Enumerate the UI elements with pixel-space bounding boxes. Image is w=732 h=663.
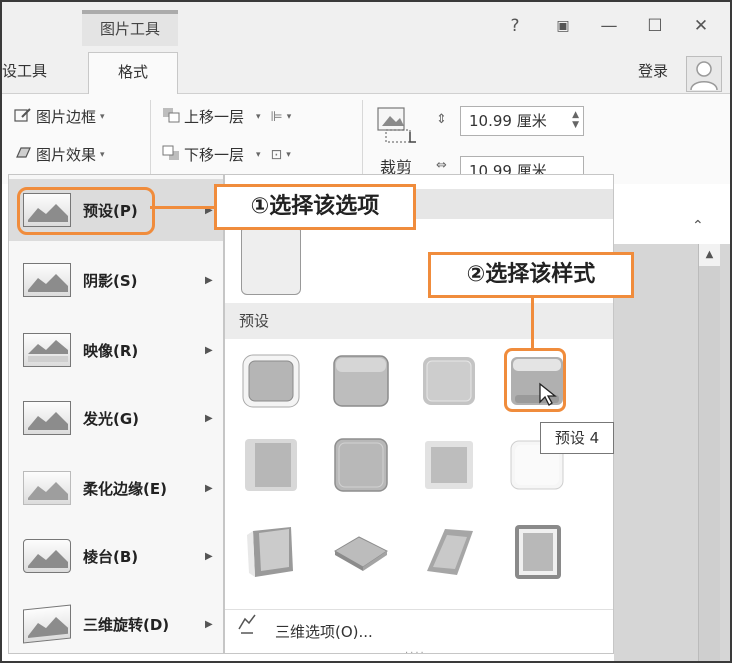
pencil-icon <box>14 107 32 127</box>
submenu-arrow-icon: ▶ <box>205 550 213 562</box>
callout-step-2: ②选择该样式 <box>428 252 634 298</box>
menu-item-soft-edges[interactable]: 柔化边缘(E) ▶ <box>9 457 223 519</box>
minimize-button[interactable]: — <box>596 14 622 38</box>
height-input[interactable]: 10.99 厘米 ▲ ▼ <box>460 106 584 136</box>
dropdown-arrow-icon: ▾ <box>286 149 291 160</box>
vertical-scrollbar[interactable]: ▲ <box>698 244 720 661</box>
close-button[interactable]: ✕ <box>688 14 714 38</box>
preset-gallery: 预设 三维选项(O)... .... <box>224 174 614 656</box>
submenu-arrow-icon: ▶ <box>205 412 213 424</box>
dropdown-arrow-icon: ▾ <box>256 149 261 160</box>
width-icon: ⇔ <box>436 158 447 173</box>
send-backward-button[interactable]: 下移一层 ▾ ⊡ ▾ <box>162 144 291 165</box>
group-icon[interactable]: ⊡ <box>271 147 283 163</box>
reflection-icon <box>23 333 71 367</box>
menu-item-label: 阴影(S) <box>83 271 138 290</box>
menu-item-label: 棱台(B) <box>83 547 139 566</box>
context-tab-picture-tools[interactable]: 图片工具 <box>82 10 178 46</box>
preset-swatch-2[interactable] <box>329 351 393 411</box>
tab-design-tools-partial[interactable]: 设工具 <box>2 60 47 81</box>
send-backward-icon <box>162 145 180 165</box>
scroll-up-icon[interactable]: ▲ <box>699 244 720 266</box>
shadow-icon <box>23 263 71 297</box>
submenu-arrow-icon: ▶ <box>205 274 213 286</box>
dropdown-arrow-icon: ▾ <box>286 111 292 122</box>
bring-forward-label: 上移一层 <box>184 108 245 126</box>
preset-swatch-9[interactable] <box>239 521 303 581</box>
ribbon-tab-row: 设工具 格式 登录 <box>2 46 730 95</box>
callout-1-connector <box>150 206 214 209</box>
title-bar: 图片工具 ? ▣ — ☐ ✕ <box>2 2 730 46</box>
collapse-ribbon-icon[interactable]: ⌃ <box>692 218 704 234</box>
preset-swatch-3[interactable] <box>417 351 481 411</box>
ribbon-separator <box>362 100 363 178</box>
app-window: 图片工具 ? ▣ — ☐ ✕ 设工具 格式 登录 图片边框 ▾ 图片效果 ▾ 上… <box>0 0 732 663</box>
preset-swatch-1[interactable] <box>239 351 303 411</box>
picture-effects-button[interactable]: 图片效果 ▾ <box>14 144 105 165</box>
preset-swatch-10[interactable] <box>329 521 393 581</box>
crop-icon[interactable] <box>374 102 420 152</box>
height-spinner-icon[interactable]: ▲ ▼ <box>572 110 579 130</box>
dropdown-arrow-icon: ▾ <box>100 111 105 122</box>
menu-item-label: 映像(R) <box>83 341 139 360</box>
picture-border-label: 图片边框 <box>36 108 97 126</box>
maximize-button[interactable]: ☐ <box>642 14 668 38</box>
preset-swatch-7[interactable] <box>417 435 481 495</box>
menu-item-reflection[interactable]: 映像(R) ▶ <box>9 319 223 381</box>
menu-item-label: 柔化边缘(E) <box>83 479 167 498</box>
menu-item-shadow[interactable]: 阴影(S) ▶ <box>9 249 223 311</box>
height-value: 10.99 厘米 <box>469 112 547 130</box>
picture-effects-label: 图片效果 <box>36 146 97 164</box>
3d-rotation-icon <box>23 604 71 644</box>
submenu-arrow-icon: ▶ <box>205 482 213 494</box>
dropdown-arrow-icon: ▾ <box>256 111 261 122</box>
gallery-section-header: 预设 <box>225 303 613 339</box>
ribbon-display-button[interactable]: ▣ <box>550 14 576 38</box>
preset-swatch-5[interactable] <box>239 435 303 495</box>
tab-format[interactable]: 格式 <box>88 52 178 95</box>
menu-item-label: 三维旋转(D) <box>83 615 170 634</box>
ribbon-body: 图片边框 ▾ 图片效果 ▾ 上移一层 ▾ ⊫ ▾ 下移一层 ▾ ⊡ ▾ 裁剪 ⇕… <box>2 94 730 184</box>
picture-effects-menu: 预设(P) ▶ 阴影(S) ▶ 映像(R) ▶ 发光(G) ▶ 柔化边缘(E) … <box>8 174 224 654</box>
preset-swatch-6[interactable] <box>329 435 393 495</box>
soft-edges-icon <box>23 471 71 505</box>
help-button[interactable]: ? <box>502 14 528 38</box>
align-icon[interactable]: ⊫ <box>271 109 283 125</box>
menu-item-3d-rotation[interactable]: 三维旋转(D) ▶ <box>9 593 223 655</box>
highlight-frame <box>17 187 155 235</box>
submenu-arrow-icon: ▶ <box>205 344 213 356</box>
user-avatar-icon[interactable] <box>686 56 722 92</box>
bring-forward-button[interactable]: 上移一层 ▾ ⊫ ▾ <box>162 106 291 127</box>
preset-tooltip: 预设 4 <box>540 422 614 454</box>
submenu-arrow-icon: ▶ <box>205 618 213 630</box>
3d-options-icon <box>235 610 261 654</box>
preset-swatch-11[interactable] <box>417 521 481 581</box>
callout-step-1: ①选择该选项 <box>214 184 416 230</box>
picture-border-button[interactable]: 图片边框 ▾ <box>14 106 105 127</box>
bevel-icon <box>23 539 71 573</box>
menu-item-glow[interactable]: 发光(G) ▶ <box>9 387 223 449</box>
preset-none-swatch[interactable] <box>241 225 301 295</box>
height-icon: ⇕ <box>436 112 447 127</box>
mouse-cursor-icon <box>538 382 558 412</box>
menu-item-preset[interactable]: 预设(P) ▶ <box>9 179 223 241</box>
login-link[interactable]: 登录 <box>638 60 668 81</box>
ribbon-separator <box>150 100 151 178</box>
effects-icon <box>14 145 32 165</box>
bring-forward-icon <box>162 107 180 127</box>
glow-icon <box>23 401 71 435</box>
dropdown-arrow-icon: ▾ <box>100 149 105 160</box>
menu-item-label: 发光(G) <box>83 409 140 428</box>
3d-options-label: 三维选项(O)... <box>275 623 373 641</box>
preset-swatch-12[interactable] <box>505 521 569 581</box>
callout-2-connector <box>531 298 534 350</box>
gallery-resize-grip[interactable]: .... <box>405 645 426 656</box>
menu-item-bevel[interactable]: 棱台(B) ▶ <box>9 525 223 587</box>
send-backward-label: 下移一层 <box>184 146 245 164</box>
